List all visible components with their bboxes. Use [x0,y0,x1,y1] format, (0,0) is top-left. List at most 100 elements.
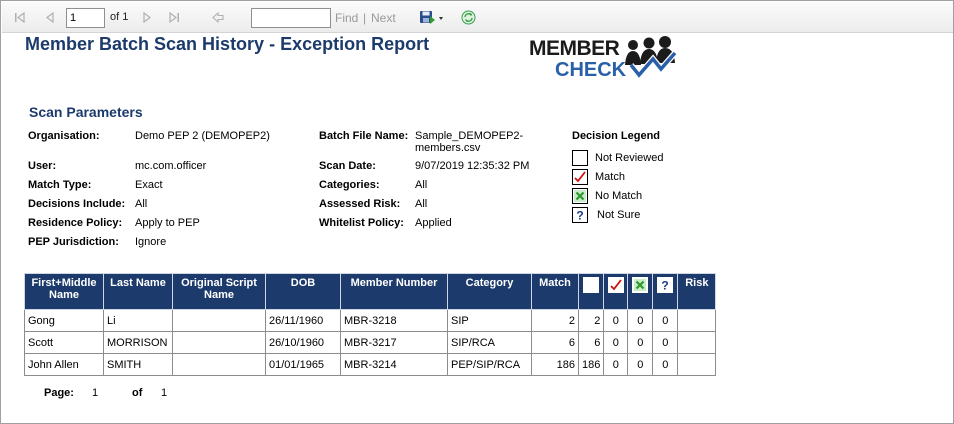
match-check-icon [572,169,588,185]
cell-member-number: MBR-3214 [340,353,448,376]
toolbar-separator: | [363,11,367,25]
find-next-link[interactable]: Next [371,2,396,33]
cell-no-match: 0 [627,331,654,354]
first-page-icon[interactable] [12,2,28,33]
col-member-number: Member Number [340,273,448,310]
cell-first-name: Scott [24,331,104,354]
cell-last-name: Li [103,309,173,332]
assessed-risk-value: All [415,198,428,210]
pep-jurisdiction-label: PEP Jurisdiction: [28,236,119,248]
scan-date-label: Scan Date: [319,160,376,172]
pager-of-label: of [132,387,143,399]
table-header-row: First+Middle Name Last Name Original Scr… [24,273,717,310]
match-type-label: Match Type: [28,179,92,191]
page-number-input[interactable] [66,8,105,28]
scan-date-value: 9/07/2019 12:35:32 PM [415,160,530,172]
col-original-script-name: Original Script Name [172,273,266,310]
cell-not-sure: 0 [652,353,679,376]
cell-not-reviewed: 186 [577,353,605,376]
report-toolbar: of 1 Find | Next [2,2,953,33]
residence-policy-value: Apply to PEP [135,217,200,229]
col-category: Category [447,273,532,310]
batch-file-name-value-line2: members.csv [415,142,481,154]
cell-not-reviewed: 6 [577,331,605,354]
table-row: Scott MORRISON 26/10/1960 MBR-3217 SIP/R… [24,331,717,354]
cell-last-name: SMITH [103,353,173,376]
next-page-icon[interactable] [139,2,155,33]
export-save-icon[interactable] [418,2,446,33]
cell-risk [677,353,717,376]
match-type-value: Exact [135,179,163,191]
not-sure-question-icon: ? [572,207,588,223]
whitelist-policy-label: Whitelist Policy: [319,217,404,229]
legend-not-sure: Not Sure [597,209,641,221]
find-text-input[interactable] [251,8,331,28]
logo-line-1: MEMBER [529,37,620,60]
cell-no-match: 0 [627,353,654,376]
cell-match: 2 [531,309,579,332]
col-last-name: Last Name [103,273,173,310]
back-to-parent-icon[interactable] [210,2,226,33]
scan-parameters-heading: Scan Parameters [29,104,143,120]
col-match-decision [603,273,629,310]
cell-dob: 26/10/1960 [265,331,341,354]
report-title: Member Batch Scan History - Exception Re… [25,34,430,54]
table-row: John Allen SMITH 01/01/1965 MBR-3214 PEP… [24,353,717,376]
cell-first-name: Gong [24,309,104,332]
categories-label: Categories: [319,179,380,191]
categories-value: All [415,179,428,191]
logo-line-2: CHECK [555,59,627,81]
svg-text:?: ? [662,279,669,293]
cell-dob: 26/11/1960 [265,309,341,332]
page-count-label: of 1 [110,11,129,23]
batch-file-name-label: Batch File Name: [319,130,409,142]
cell-first-name: John Allen [24,353,104,376]
pager-of-value: 1 [161,387,168,399]
user-value: mc.com.officer [135,160,207,172]
cell-match: 6 [531,331,579,354]
col-no-match [627,273,654,310]
no-match-header-icon [632,277,649,293]
batch-file-name-value: Sample_DEMOPEP2- [415,130,524,142]
organisation-label: Organisation: [28,130,100,142]
col-dob: DOB [265,273,341,310]
whitelist-policy-value: Applied [415,217,452,229]
legend-match: Match [595,171,625,183]
col-risk: Risk [677,273,717,310]
cell-risk [677,331,717,354]
cell-category: SIP [447,309,532,332]
refresh-icon[interactable] [459,2,477,33]
no-match-x-icon [572,188,588,204]
member-check-logo: MEMBER CHECK [529,33,679,83]
cell-category: SIP/RCA [447,331,532,354]
legend-not-reviewed: Not Reviewed [595,152,664,164]
legend-no-match: No Match [595,190,643,202]
cell-risk [677,309,717,332]
pager-page-value: 1 [92,387,99,399]
previous-page-icon[interactable] [42,2,58,33]
cell-original-script-name [172,353,266,376]
cell-original-script-name [172,309,266,332]
decisions-include-value: All [135,198,148,210]
cell-match: 186 [531,353,579,376]
col-first-middle-name: First+Middle Name [24,273,104,310]
cell-dob: 01/01/1965 [265,353,341,376]
find-link[interactable]: Find [335,2,358,33]
pager-page-label: Page: [44,387,74,399]
table-row: Gong Li 26/11/1960 MBR-3218 SIP 2 2 0 0 … [24,309,717,332]
organisation-value: Demo PEP 2 (DEMOPEP2) [135,130,270,142]
cell-not-sure: 0 [652,331,679,354]
not-reviewed-header-icon [583,277,600,293]
svg-text:?: ? [576,209,583,223]
col-match: Match [531,273,579,310]
pep-jurisdiction-value: Ignore [135,236,167,248]
cell-not-sure: 0 [652,309,679,332]
cell-last-name: MORRISON [103,331,173,354]
cell-no-match: 0 [627,309,654,332]
assessed-risk-label: Assessed Risk: [319,198,401,210]
user-label: User: [28,160,57,172]
last-page-icon[interactable] [166,2,182,33]
results-table: First+Middle Name Last Name Original Scr… [24,273,717,376]
cell-match-decision: 0 [603,353,629,376]
report-viewer: of 1 Find | Next [0,0,954,424]
